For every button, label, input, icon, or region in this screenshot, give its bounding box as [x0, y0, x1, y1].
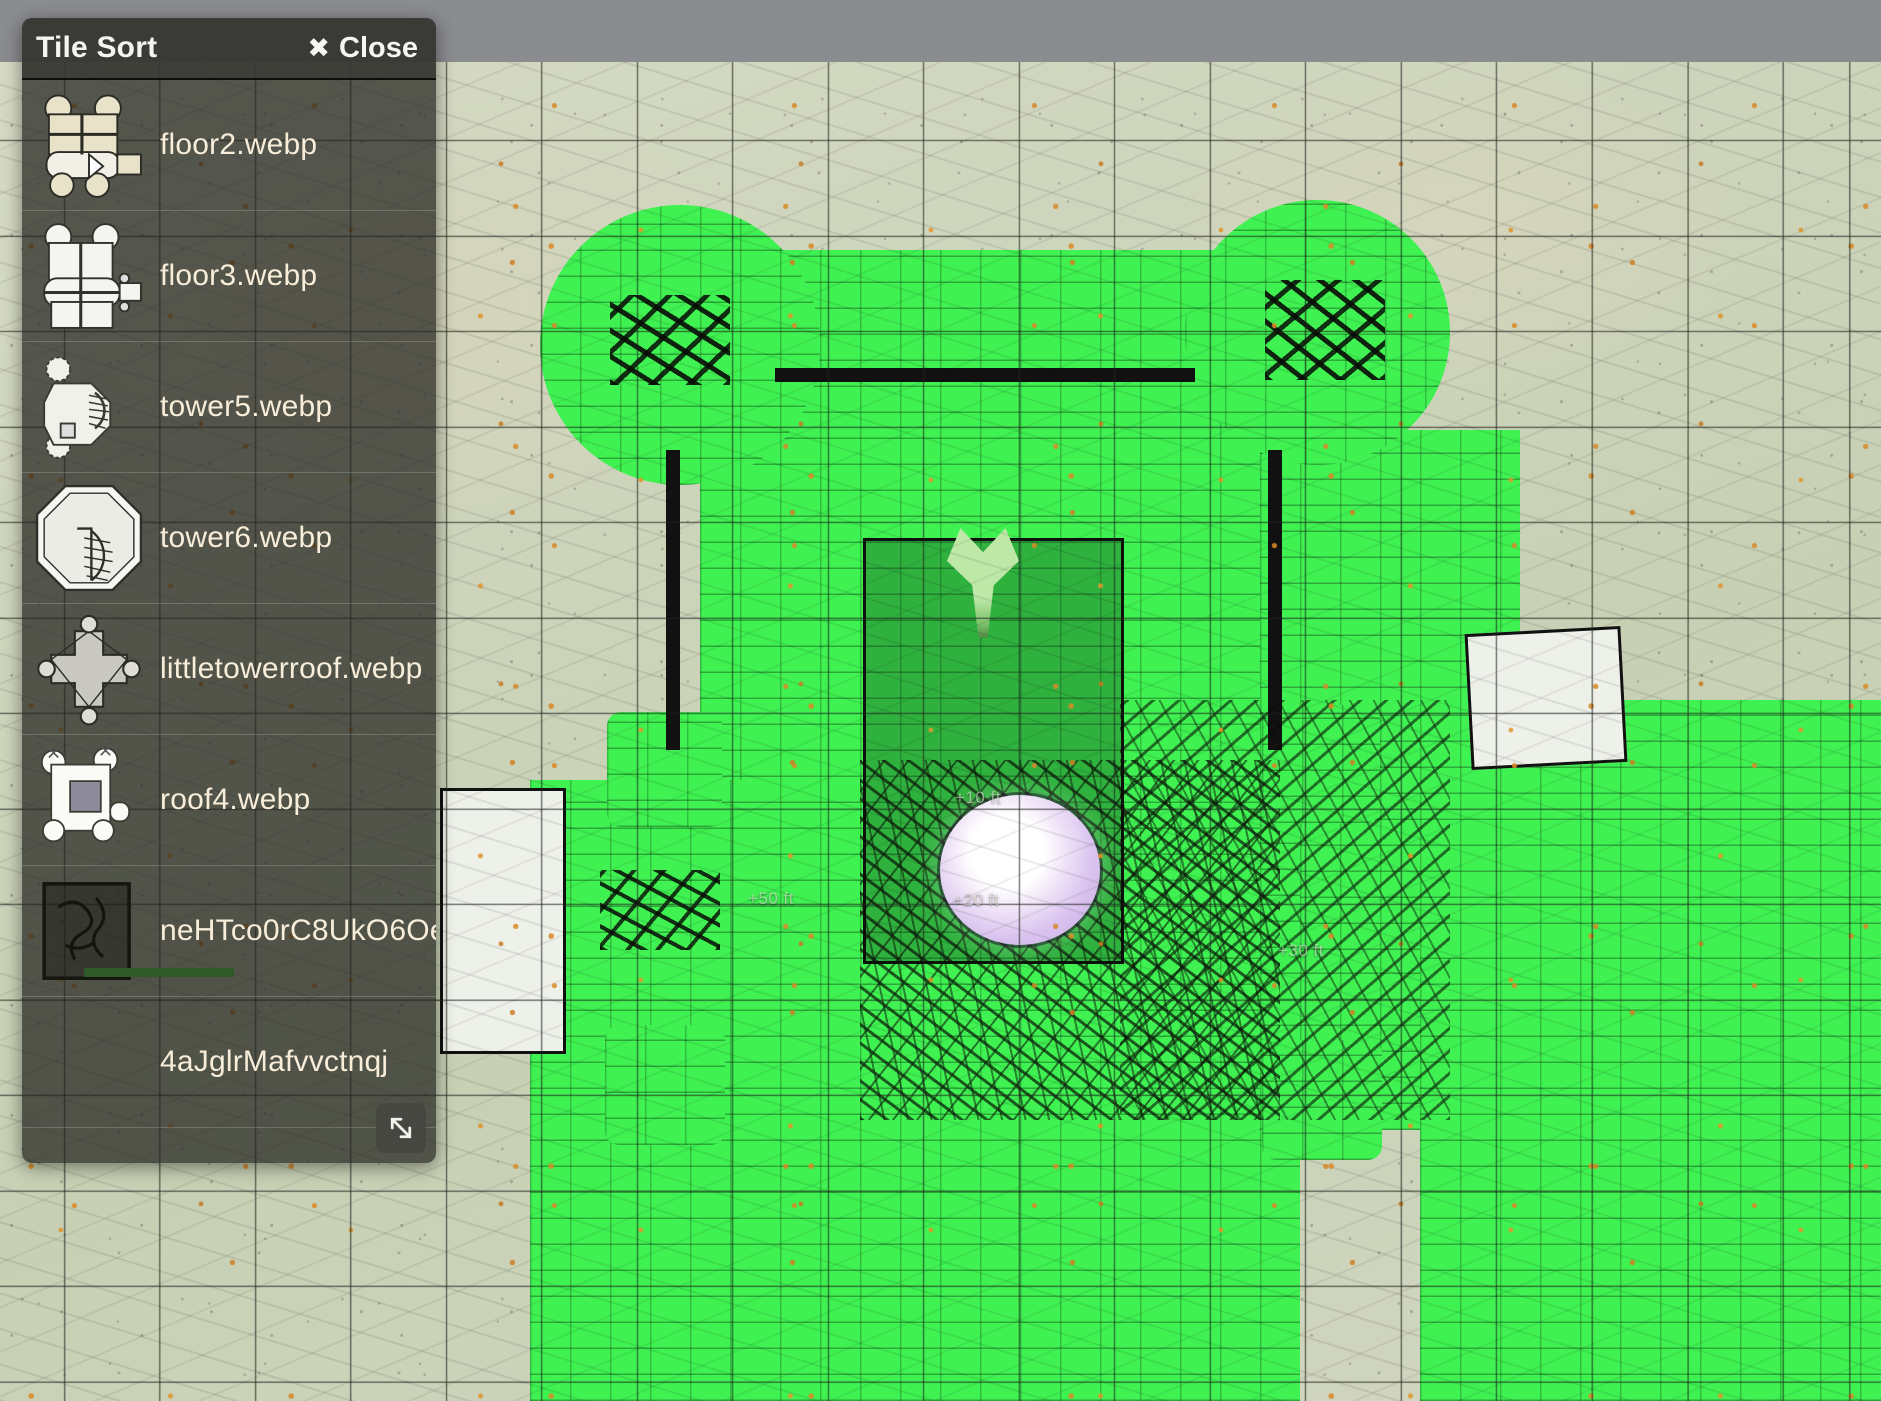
panel-header: Tile Sort ✖ Close	[22, 18, 436, 80]
tile-name-label: floor2.webp	[160, 128, 318, 161]
close-button-label: Close	[339, 31, 418, 64]
tile-list-item[interactable]: floor3.webp	[22, 211, 436, 342]
tile-thumbnail-roof-cross-little	[30, 610, 148, 728]
page-title: Tile Sort	[36, 31, 158, 64]
tile-thumbnail-roof-keep-white	[30, 741, 148, 859]
tile-list-item[interactable]: 4aJglrMafvvctnqj	[22, 997, 436, 1128]
tile-list[interactable]: floor2.webp floor3.webp tower5.webp towe…	[22, 80, 436, 1163]
tile-name-label: roof4.webp	[160, 783, 311, 816]
close-x-icon: ✖	[307, 32, 331, 63]
tile-list-item[interactable]: littletowerroof.webp	[22, 604, 436, 735]
tile-sort-panel[interactable]: Tile Sort ✖ Close floor2.webp floor3.web…	[22, 18, 436, 1163]
tile-thumbnail-floorplan-keep-white	[30, 217, 148, 335]
elevation-label: +30 ft	[1278, 941, 1325, 960]
tile-name-label: littletowerroof.webp	[160, 652, 423, 685]
list-progress-bar[interactable]	[84, 968, 234, 977]
tile-thumbnail-tower-octagon-stair	[30, 479, 148, 597]
tile-list-item[interactable]: tower6.webp	[22, 473, 436, 604]
tile-name-label: tower5.webp	[160, 390, 333, 423]
tile-list-item[interactable]: neHTco0rC8UkO6Oe	[22, 866, 436, 997]
tile-name-label: 4aJglrMafvvctnqj	[160, 1045, 389, 1078]
tile-name-label: floor3.webp	[160, 259, 318, 292]
elevation-label: +10 ft	[955, 788, 1002, 807]
tile-list-item[interactable]: tower5.webp	[22, 342, 436, 473]
resize-diagonal-icon[interactable]	[376, 1103, 426, 1153]
elevation-label: +20 ft	[953, 890, 1000, 909]
tile-thumbnail-floorplan-keep-tan	[30, 86, 148, 204]
close-button[interactable]: ✖ Close	[307, 32, 418, 65]
tile-thumbnail-empty-tile	[30, 1003, 148, 1121]
tile-name-label: neHTco0rC8UkO6Oe	[160, 914, 436, 947]
tile-name-label: tower6.webp	[160, 521, 333, 554]
elevation-label: +50 ft	[748, 889, 795, 908]
tile-list-item[interactable]: roof4.webp	[22, 735, 436, 866]
tile-thumbnail-tower-stair-small	[30, 348, 148, 466]
tile-list-item[interactable]: floor2.webp	[22, 80, 436, 211]
